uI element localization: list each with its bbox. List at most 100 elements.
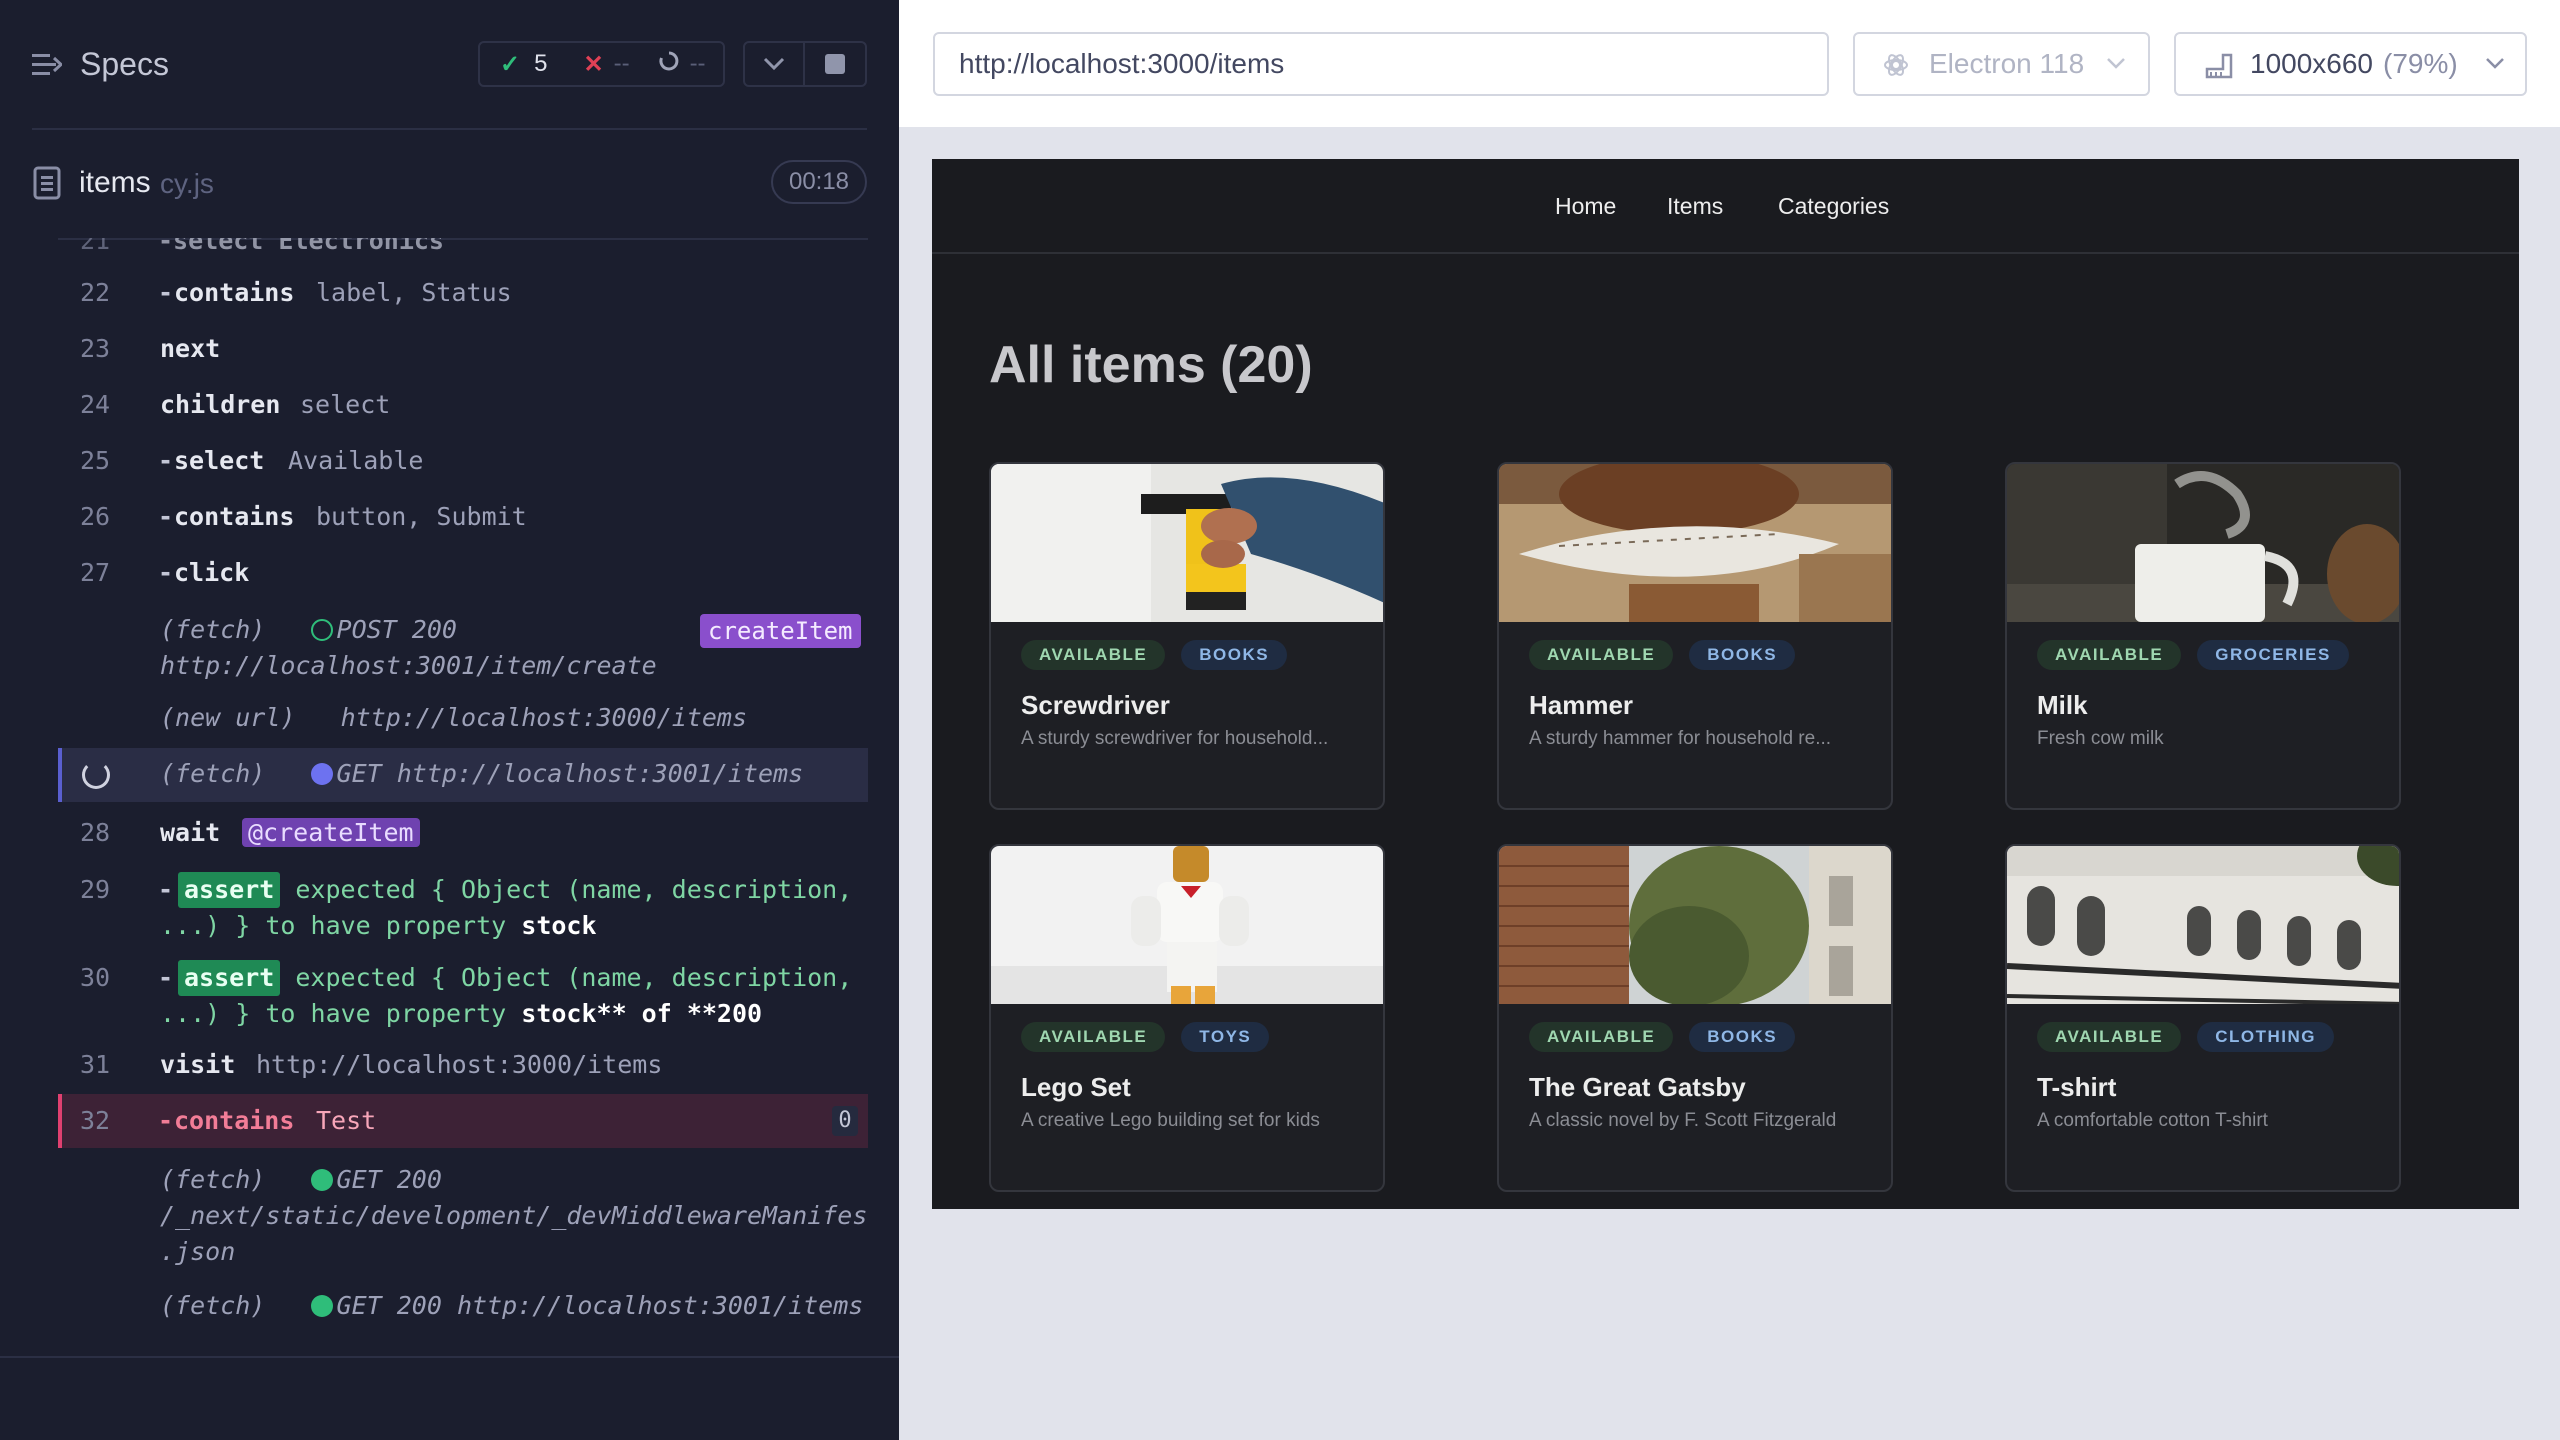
status-badge: AVAILABLE	[1021, 640, 1166, 670]
assert-message: expected { Object (name, description,	[295, 963, 853, 992]
item-card[interactable]: AVAILABLE TOYS Lego Set A creative Lego …	[989, 844, 1385, 1192]
log-method: GET 200	[336, 1291, 442, 1320]
category-badge: CLOTHING	[2197, 1022, 2335, 1052]
status-dot-icon	[310, 1169, 333, 1191]
spinner-icon	[658, 50, 680, 79]
spec-extension: cy.js	[160, 168, 214, 199]
command-number: 29	[80, 875, 111, 904]
item-card[interactable]: AVAILABLE BOOKS Screwdriver A sturdy scr…	[989, 462, 1385, 810]
building-photo	[1499, 846, 1891, 1004]
assert-message-value: stock** of **200	[521, 999, 763, 1028]
ruler-icon	[2205, 53, 2233, 79]
child-dash: -	[158, 446, 174, 475]
item-description: A sturdy hammer for household re...	[1529, 728, 1832, 749]
pending-fetch-row[interactable]: (fetch) GET http://localhost:3001/items	[58, 748, 868, 802]
status-badge: AVAILABLE	[1529, 1022, 1674, 1052]
command-row-partial[interactable]: 21 -select Electronics	[58, 238, 868, 256]
stop-button[interactable]	[803, 41, 867, 87]
command-row[interactable]: 28 wait @createItem	[58, 818, 868, 858]
url-bar[interactable]: http://localhost:3000/items	[933, 32, 1829, 96]
command-number: 28	[80, 818, 111, 847]
football-photo	[1499, 464, 1891, 622]
assert-row[interactable]: 29 - assert expected { Object (name, des…	[58, 872, 868, 944]
assert-message-cont: ...) }	[160, 999, 251, 1028]
command-row[interactable]: 27 - click	[58, 558, 868, 594]
specs-title[interactable]: Specs	[80, 46, 169, 83]
command-row[interactable]: 22 - contains label, Status	[58, 278, 868, 314]
failed-command-row[interactable]: 32 - contains Test 0	[58, 1094, 868, 1148]
assert-message-cont: to have property	[265, 911, 507, 940]
log-label: (fetch)	[160, 759, 266, 788]
command-number: 26	[80, 502, 111, 531]
footer-divider	[0, 1356, 899, 1358]
command-row[interactable]: 23 next	[58, 334, 868, 370]
preview-panel: http://localhost:3000/items Electron 118…	[899, 0, 2560, 1440]
app-under-test: Home Items Categories All items (20) AVA…	[932, 159, 2519, 1209]
item-card[interactable]: AVAILABLE GROCERIES Milk Fresh cow milk	[2005, 462, 2401, 810]
command-row[interactable]: 26 - contains button, Submit	[58, 502, 868, 538]
assert-message: expected { Object (name, description,	[295, 875, 853, 904]
log-url: http://localhost:3001/items	[456, 1291, 864, 1320]
mug-photo	[2007, 464, 2399, 622]
command-row[interactable]: 25 - select Available	[58, 446, 868, 482]
status-badge: AVAILABLE	[1021, 1022, 1166, 1052]
command-number: 24	[80, 390, 111, 419]
command-number: 22	[80, 278, 111, 307]
browser-select[interactable]: Electron 118	[1853, 32, 2150, 96]
page-title: All items (20)	[989, 336, 1313, 394]
item-card[interactable]: AVAILABLE BOOKS Hammer A sturdy hammer f…	[1497, 462, 1893, 810]
item-description: A comfortable cotton T-shirt	[2037, 1110, 2268, 1131]
status-badge: AVAILABLE	[2037, 640, 2182, 670]
command-number: 27	[80, 558, 111, 587]
category-badge: BOOKS	[1689, 1022, 1796, 1052]
item-name: Milk	[2037, 690, 2088, 720]
item-card[interactable]: AVAILABLE BOOKS The Great Gatsby A class…	[1497, 844, 1893, 1192]
log-url: http://localhost:3001/item/create	[160, 651, 657, 680]
chevron-down-icon	[2486, 58, 2504, 69]
item-tags: AVAILABLE TOYS	[1021, 1022, 1270, 1052]
fetch-log-manifest[interactable]: (fetch) GET 200 /_next/static/developmen…	[160, 1162, 868, 1270]
item-description: A sturdy screwdriver for household...	[1021, 728, 1329, 749]
child-dash: -	[158, 502, 174, 531]
museum-photo	[2007, 846, 2399, 1004]
spec-file-row[interactable]: items cy.js 00:18	[0, 150, 899, 240]
command-arg: select	[300, 390, 391, 419]
command-row[interactable]: 24 children select	[58, 390, 868, 426]
fetch-log-items[interactable]: (fetch) GET 200 http://localhost:3001/it…	[160, 1288, 863, 1324]
nav-home[interactable]: Home	[1555, 193, 1616, 220]
command-name: select	[174, 446, 265, 475]
failed-count: --	[613, 50, 630, 77]
nav-items[interactable]: Items	[1667, 193, 1723, 220]
assert-row[interactable]: 30 - assert expected { Object (name, des…	[58, 960, 868, 1032]
item-card[interactable]: AVAILABLE CLOTHING T-shirt A comfortable…	[2005, 844, 2401, 1192]
electron-icon	[1884, 54, 1908, 76]
app-nav: Home Items Categories	[932, 159, 2519, 254]
command-name: contains	[174, 1106, 295, 1135]
command-number: 32	[80, 1106, 111, 1135]
viewport-select[interactable]: 1000x660 (79%)	[2174, 32, 2527, 96]
stop-icon	[825, 54, 845, 74]
collapse-all-button[interactable]	[743, 41, 805, 87]
command-number: 30	[80, 963, 111, 992]
command-arg: http://localhost:3000/items	[256, 1050, 663, 1079]
category-badge: BOOKS	[1181, 640, 1288, 670]
element-count-badge: 0	[832, 1106, 858, 1136]
new-url-log[interactable]: (new url) http://localhost:3000/items	[160, 700, 747, 736]
chevron-down-icon	[2107, 58, 2125, 69]
category-badge: TOYS	[1181, 1022, 1270, 1052]
specs-menu-icon[interactable]	[32, 52, 62, 78]
fetch-log-post[interactable]: (fetch) POST 200 http://localhost:3001/i…	[160, 612, 657, 684]
item-name: Screwdriver	[1021, 690, 1170, 720]
command-name: contains	[174, 278, 295, 307]
header-divider	[32, 128, 867, 130]
command-name: click	[174, 558, 250, 587]
category-badge: GROCERIES	[2197, 640, 2349, 670]
wait-alias: @createItem	[242, 818, 420, 847]
nav-categories[interactable]: Categories	[1778, 193, 1889, 220]
spec-name: items	[79, 166, 151, 199]
viewport-size: 1000x660	[2250, 48, 2374, 79]
command-row[interactable]: 31 visit http://localhost:3000/items	[58, 1050, 868, 1086]
check-icon: ✓	[500, 50, 521, 78]
log-url: http://localhost:3000/items	[340, 703, 748, 732]
command-name: contains	[174, 502, 295, 531]
